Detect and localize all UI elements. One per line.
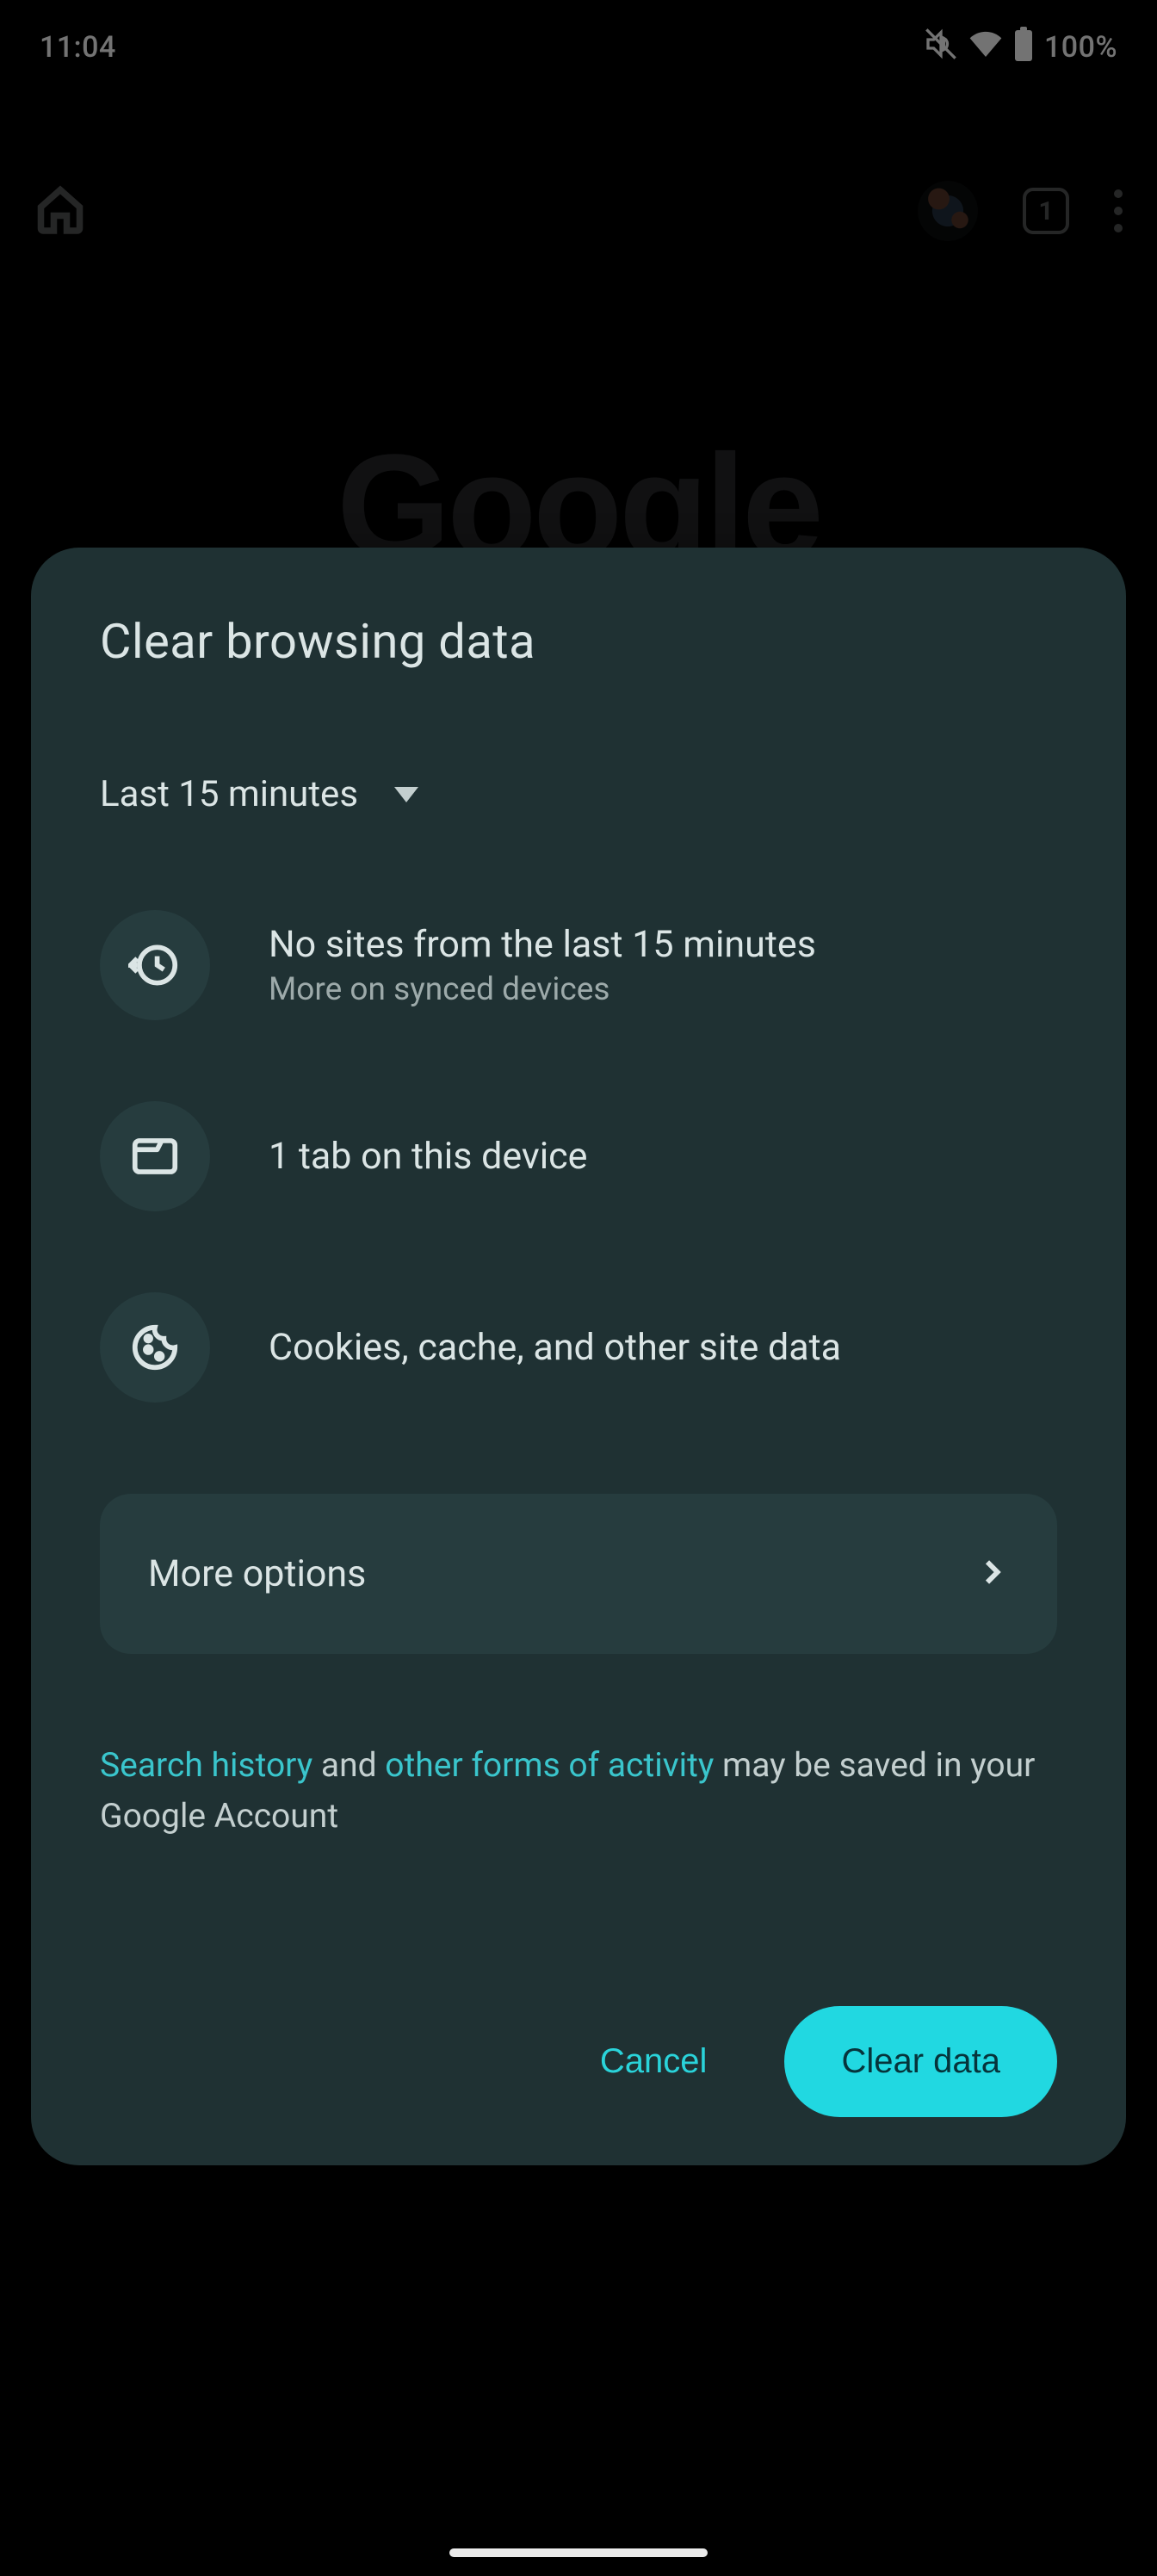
time-range-label: Last 15 minutes [100, 773, 358, 815]
clear-browsing-dialog: Clear browsing data Last 15 minutes No s… [31, 548, 1126, 2165]
more-options-button[interactable]: More options [100, 1494, 1057, 1654]
tab-icon [100, 1101, 210, 1211]
cookie-icon [100, 1292, 210, 1403]
tabs-main: 1 tab on this device [269, 1135, 587, 1178]
cancel-button[interactable]: Cancel [574, 2025, 733, 2098]
tabs-row: 1 tab on this device [100, 1101, 1057, 1211]
chevron-right-icon [974, 1555, 1009, 1593]
history-icon [100, 910, 210, 1020]
dropdown-arrow-icon [394, 787, 418, 802]
history-main: No sites from the last 15 minutes [269, 923, 816, 966]
account-note: Search history and other forms of activi… [100, 1740, 1057, 1842]
other-activity-link[interactable]: other forms of activity [385, 1745, 714, 1785]
history-sub: More on synced devices [269, 971, 816, 1008]
time-range-dropdown[interactable]: Last 15 minutes [100, 773, 418, 815]
gesture-bar[interactable] [449, 2548, 708, 2557]
search-history-link[interactable]: Search history [100, 1745, 312, 1785]
history-row: No sites from the last 15 minutes More o… [100, 910, 1057, 1020]
cookies-row: Cookies, cache, and other site data [100, 1292, 1057, 1403]
dialog-actions: Cancel Clear data [100, 2006, 1057, 2117]
cookies-main: Cookies, cache, and other site data [269, 1326, 841, 1369]
more-options-label: More options [148, 1552, 366, 1595]
dialog-title: Clear browsing data [100, 613, 1057, 670]
clear-data-button[interactable]: Clear data [784, 2006, 1057, 2117]
